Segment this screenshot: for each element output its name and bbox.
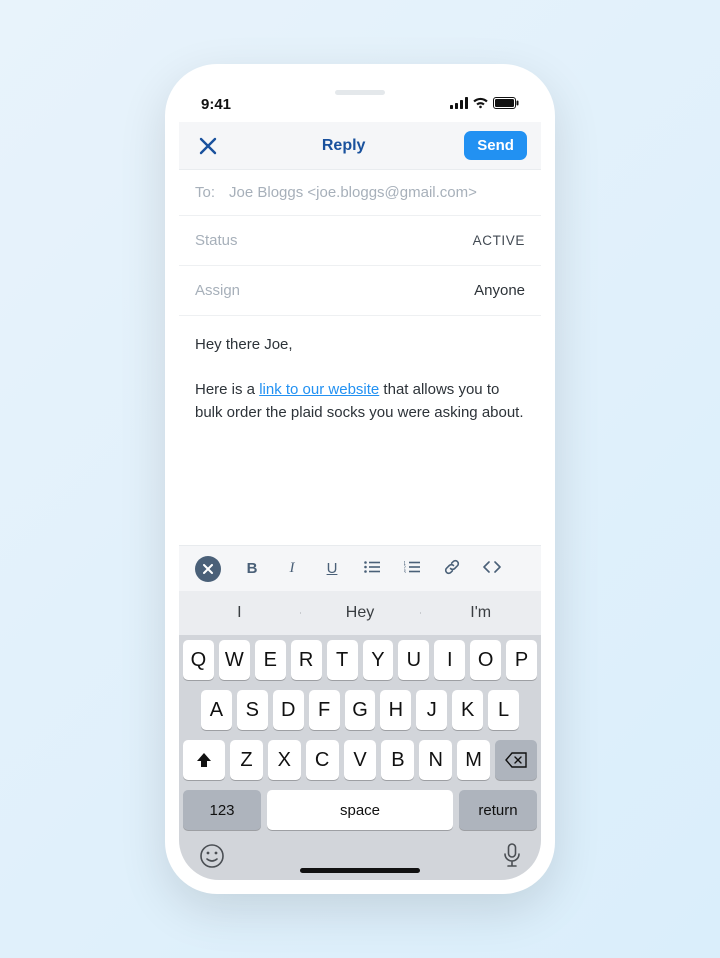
prediction-3[interactable]: I'm <box>420 604 541 622</box>
svg-text:3: 3 <box>404 570 406 573</box>
key-m[interactable]: M <box>457 740 490 780</box>
mode-key[interactable]: 123 <box>183 790 261 830</box>
key-l[interactable]: L <box>488 690 519 730</box>
key-k[interactable]: K <box>452 690 483 730</box>
prediction-1[interactable]: I <box>179 604 300 622</box>
message-body[interactable]: Hey there Joe, Here is a link to our web… <box>179 316 541 545</box>
dictation-button[interactable] <box>503 843 521 874</box>
send-button[interactable]: Send <box>464 131 527 160</box>
to-field[interactable]: To: Joe Bloggs <joe.bloggs@gmail.com> <box>179 170 541 216</box>
key-u[interactable]: U <box>398 640 429 680</box>
key-row-1: Q W E R T Y U I O P <box>179 635 541 685</box>
backspace-key[interactable] <box>495 740 537 780</box>
format-close-button[interactable] <box>195 556 221 582</box>
phone-frame: 9:41 Reply Send To: <box>165 64 555 894</box>
key-p[interactable]: P <box>506 640 537 680</box>
keyboard: I Hey I'm Q W E R T Y U I O P A S D F <box>179 591 541 880</box>
key-row-2: A S D F G H J K L <box>179 685 541 735</box>
key-row-3: Z X C V B N M <box>179 735 541 785</box>
key-t[interactable]: T <box>327 640 358 680</box>
key-g[interactable]: G <box>345 690 376 730</box>
key-x[interactable]: X <box>268 740 301 780</box>
key-i[interactable]: I <box>434 640 465 680</box>
close-icon <box>203 564 213 574</box>
italic-button[interactable]: I <box>283 560 301 577</box>
status-indicators <box>450 96 519 113</box>
key-f[interactable]: F <box>309 690 340 730</box>
bullet-list-button[interactable] <box>363 560 381 577</box>
format-toolbar: B I U 123 <box>179 545 541 591</box>
key-z[interactable]: Z <box>230 740 263 780</box>
home-indicator[interactable] <box>300 868 420 873</box>
prediction-bar: I Hey I'm <box>179 591 541 635</box>
page-title: Reply <box>322 137 366 155</box>
status-value: ACTIVE <box>473 233 525 248</box>
message-link[interactable]: link to our website <box>259 381 379 398</box>
message-prelink: Here is a <box>195 381 259 398</box>
status-time: 9:41 <box>201 96 231 113</box>
return-key[interactable]: return <box>459 790 537 830</box>
key-c[interactable]: C <box>306 740 339 780</box>
key-row-4: 123 space return <box>179 785 541 835</box>
space-key[interactable]: space <box>267 790 453 830</box>
key-j[interactable]: J <box>416 690 447 730</box>
key-h[interactable]: H <box>380 690 411 730</box>
key-y[interactable]: Y <box>363 640 394 680</box>
key-a[interactable]: A <box>201 690 232 730</box>
message-greeting: Hey there Joe, <box>195 334 525 357</box>
notch <box>275 78 445 106</box>
numbered-list-button[interactable]: 123 <box>403 560 421 577</box>
key-v[interactable]: V <box>344 740 377 780</box>
key-r[interactable]: R <box>291 640 322 680</box>
numbered-list-icon: 123 <box>404 561 420 573</box>
key-n[interactable]: N <box>419 740 452 780</box>
code-button[interactable] <box>483 560 501 577</box>
wifi-icon <box>472 96 489 113</box>
key-b[interactable]: B <box>381 740 414 780</box>
nav-bar: Reply Send <box>179 122 541 170</box>
bullet-list-icon <box>364 561 380 573</box>
status-row[interactable]: Status ACTIVE <box>179 216 541 266</box>
key-d[interactable]: D <box>273 690 304 730</box>
assign-value: Anyone <box>474 282 525 299</box>
to-label: To: <box>195 184 215 201</box>
battery-icon <box>493 96 519 113</box>
underline-button[interactable]: U <box>323 560 341 577</box>
assign-label: Assign <box>195 282 240 299</box>
emoji-button[interactable] <box>199 843 225 874</box>
message-paragraph: Here is a link to our website that allow… <box>195 379 525 424</box>
key-w[interactable]: W <box>219 640 250 680</box>
code-icon <box>483 561 501 573</box>
close-button[interactable] <box>193 131 223 161</box>
close-icon <box>199 137 217 155</box>
key-e[interactable]: E <box>255 640 286 680</box>
prediction-2[interactable]: Hey <box>300 604 421 622</box>
backspace-icon <box>505 752 527 768</box>
to-value: Joe Bloggs <joe.bloggs@gmail.com> <box>229 184 477 201</box>
key-q[interactable]: Q <box>183 640 214 680</box>
bold-button[interactable]: B <box>243 560 261 577</box>
shift-icon <box>195 752 213 768</box>
link-button[interactable] <box>443 559 461 579</box>
screen: 9:41 Reply Send To: <box>179 78 541 880</box>
status-label: Status <box>195 232 238 249</box>
key-o[interactable]: O <box>470 640 501 680</box>
key-s[interactable]: S <box>237 690 268 730</box>
mic-icon <box>503 843 521 869</box>
link-icon <box>444 559 460 575</box>
shift-key[interactable] <box>183 740 225 780</box>
assign-row[interactable]: Assign Anyone <box>179 266 541 316</box>
cellular-icon <box>450 96 468 113</box>
speaker-grille <box>335 90 385 95</box>
emoji-icon <box>199 843 225 869</box>
